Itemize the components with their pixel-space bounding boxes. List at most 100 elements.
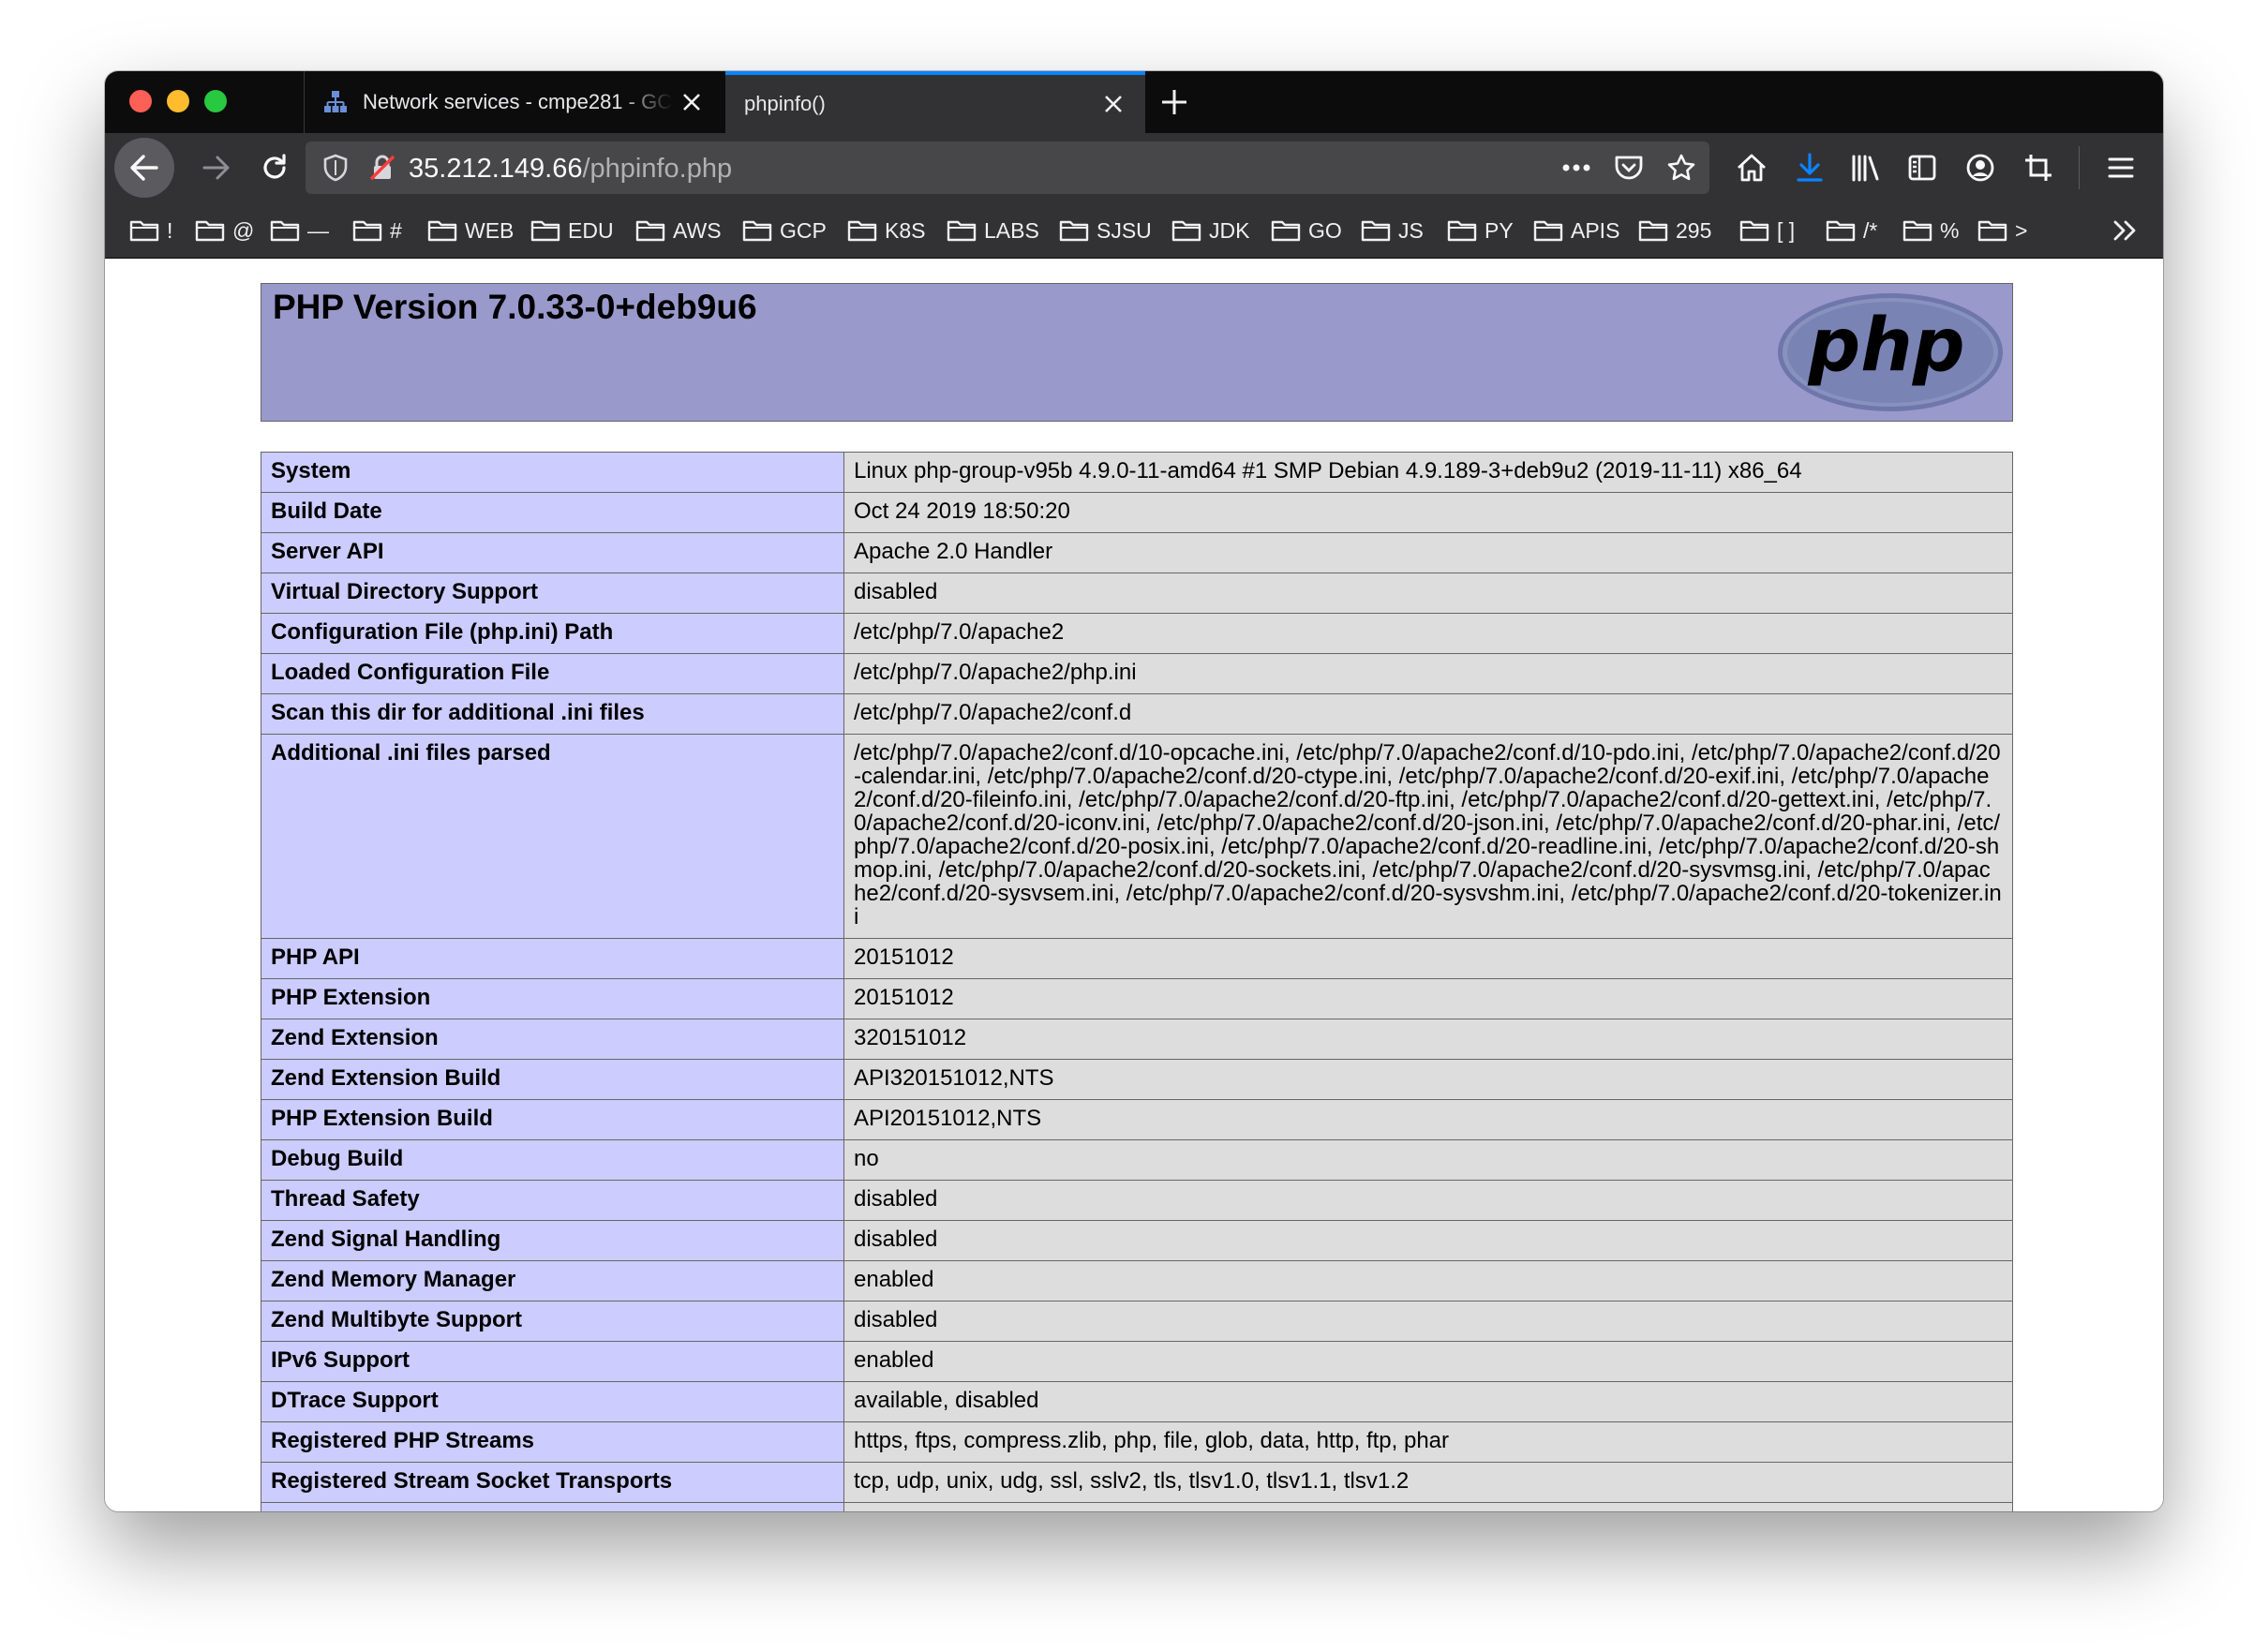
insecure-lock-icon[interactable] (364, 149, 401, 186)
table-row: Scan this dir for additional .ini files /… (261, 693, 2013, 735)
table-row: DTrace Support available, disabled (261, 1381, 2013, 1422)
row-value: API320151012,NTS (843, 1059, 2013, 1100)
bookmark-folder[interactable]: LABS (947, 217, 1039, 244)
table-row: Registered Stream Filterszlib.*, string.… (261, 1502, 2013, 1511)
table-row: System Linux php-group-v95b 4.9.0-11-amd6… (261, 452, 2013, 493)
php-version-header: PHP Version 7.0.33-0+deb9u6 php (261, 283, 2013, 422)
row-value: zlib.*, string.rot13, string.toupper, st… (843, 1502, 2013, 1511)
bookmark-folder[interactable]: PY (1447, 217, 1514, 244)
bookmark-folder[interactable]: # (352, 217, 402, 244)
bookmark-label: JDK (1209, 217, 1250, 243)
sidebar-icon[interactable] (1897, 142, 1947, 193)
bookmark-folder[interactable]: [ ] (1739, 217, 1795, 244)
folder-icon (1902, 220, 1932, 242)
url-path: /phpinfo.php (582, 154, 733, 184)
bookmark-folder[interactable]: EDU (530, 217, 614, 244)
tab-title: phpinfo() (744, 92, 826, 115)
close-tab-icon[interactable] (1095, 85, 1132, 123)
table-row: PHP Extension Build API20151012,NTS (261, 1099, 2013, 1140)
menu-hamburger-icon[interactable] (2096, 142, 2146, 193)
table-row: Additional .ini files parsed/etc/php/7.0… (261, 734, 2013, 939)
bookmark-folder[interactable]: AWS (635, 217, 722, 244)
bookmark-folder[interactable]: GO (1271, 217, 1342, 244)
folder-icon (947, 220, 977, 242)
reload-button[interactable] (249, 142, 300, 193)
bookmark-folder[interactable]: SJSU (1059, 217, 1152, 244)
bookmark-label: ! (167, 217, 173, 243)
bookmark-folder[interactable]: K8S (847, 217, 925, 244)
bookmark-label: SJSU (1097, 217, 1152, 243)
bookmark-folder[interactable]: @ (195, 217, 254, 244)
bookmark-label: 295 (1676, 217, 1712, 243)
bookmark-folder[interactable]: APIS (1533, 217, 1619, 244)
minimize-window-button[interactable] (167, 90, 189, 112)
url-host: 35.212.149.66 (409, 154, 583, 184)
downloads-icon[interactable] (1784, 142, 1835, 193)
page-actions-icon[interactable] (1558, 149, 1595, 186)
bookmark-star-icon[interactable] (1663, 149, 1700, 186)
table-row: IPv6 Support enabled (261, 1341, 2013, 1382)
tracking-shield-icon[interactable] (317, 149, 354, 186)
bookmark-label: LABS (984, 217, 1039, 243)
row-value: disabled (843, 1301, 2013, 1342)
bookmark-folder[interactable]: % (1902, 217, 1959, 244)
bookmark-folder[interactable]: 295 (1638, 217, 1711, 244)
toolbar-divider (2079, 146, 2080, 189)
bookmarks-overflow-chevron-icon[interactable] (2109, 214, 2142, 247)
row-label: Server API (261, 532, 844, 573)
row-value: Linux php-group-v95b 4.9.0-11-amd64 #1 S… (843, 452, 2013, 493)
tab-strip: Network services - cmpe281 - GCP Console… (105, 71, 2163, 133)
tab-network-services[interactable]: Network services - cmpe281 - GCP Console (304, 71, 724, 133)
bookmark-label: EDU (568, 217, 614, 243)
row-label: PHP Extension (261, 978, 844, 1019)
browser-window: Network services - cmpe281 - GCP Console… (105, 71, 2163, 1511)
row-value: disabled (843, 1220, 2013, 1261)
page-content: PHP Version 7.0.33-0+deb9u6 php System Li… (105, 259, 2163, 1511)
row-label: Zend Extension (261, 1019, 844, 1060)
close-window-button[interactable] (129, 90, 152, 112)
table-row: Registered Stream Socket Transports tcp, … (261, 1462, 2013, 1503)
bookmark-folder[interactable]: JS (1361, 217, 1424, 244)
folder-icon (352, 220, 382, 242)
row-value: Apache 2.0 Handler (843, 532, 2013, 573)
library-icon[interactable] (1841, 142, 1891, 193)
row-value: 320151012 (843, 1019, 2013, 1060)
folder-icon (1977, 220, 2007, 242)
url-text: 35.212.149.66/phpinfo.php (409, 154, 732, 185)
bookmark-label: /* (1863, 217, 1878, 243)
row-label: PHP Extension Build (261, 1099, 844, 1140)
bookmark-folder[interactable]: JDK (1171, 217, 1249, 244)
account-icon[interactable] (1955, 142, 2006, 193)
table-row: Configuration File (php.ini) Path/etc/ph… (261, 613, 2013, 654)
new-tab-button[interactable] (1153, 81, 1196, 124)
bookmark-label: K8S (885, 217, 926, 243)
bookmark-label: WEB (465, 217, 515, 243)
php-info-table: System Linux php-group-v95b 4.9.0-11-amd6… (261, 452, 2013, 1511)
tab-phpinfo[interactable]: phpinfo() (725, 71, 1145, 133)
row-label: Build Date (261, 492, 844, 533)
bookmark-folder[interactable]: GCP (742, 217, 827, 244)
address-bar[interactable]: 35.212.149.66/phpinfo.php (306, 141, 1709, 194)
home-button[interactable] (1726, 142, 1777, 193)
back-button[interactable] (114, 138, 174, 198)
bookmark-folder[interactable]: — (270, 217, 329, 244)
row-label: Registered PHP Streams (261, 1421, 844, 1463)
row-value: Oct 24 2019 18:50:20 (843, 492, 2013, 533)
forward-button[interactable] (191, 142, 242, 193)
close-tab-icon[interactable] (673, 83, 710, 121)
table-row: Zend Signal Handling disabled (261, 1220, 2013, 1261)
row-label: System (261, 452, 844, 493)
screenshot-crop-icon[interactable] (2013, 142, 2064, 193)
bookmark-label: GCP (780, 217, 827, 243)
bookmark-folder[interactable]: /* (1826, 217, 1877, 244)
row-value: /etc/php/7.0/apache2/conf.d/10-opcache.i… (843, 734, 2013, 939)
bookmark-folder[interactable]: > (1977, 217, 2027, 244)
page-title: PHP Version 7.0.33-0+deb9u6 (273, 288, 757, 326)
row-label: Loaded Configuration File (261, 653, 844, 694)
zoom-window-button[interactable] (204, 90, 227, 112)
bookmark-folder[interactable]: ! (129, 217, 172, 244)
pocket-icon[interactable] (1610, 149, 1648, 186)
row-label: DTrace Support (261, 1381, 844, 1422)
bookmark-folder[interactable]: WEB (427, 217, 514, 244)
row-value: tcp, udp, unix, udg, ssl, sslv2, tls, tl… (843, 1462, 2013, 1503)
